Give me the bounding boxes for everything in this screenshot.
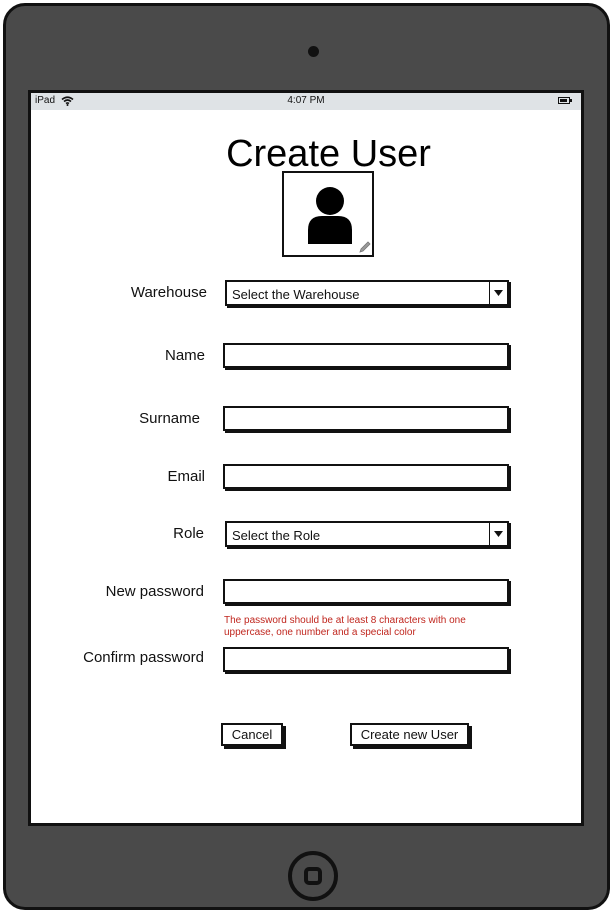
create-user-button[interactable]: Create new User [350, 723, 469, 746]
role-select-value: Select the Role [232, 528, 321, 543]
confirm-password-field[interactable] [223, 647, 509, 672]
warehouse-dropdown-arrow[interactable] [489, 282, 507, 304]
cancel-button[interactable]: Cancel [221, 723, 283, 746]
surname-field[interactable] [223, 406, 509, 431]
home-button[interactable] [288, 851, 338, 901]
new-password-label: New password [105, 583, 204, 600]
name-field[interactable] [223, 343, 509, 368]
role-label: Role [173, 525, 204, 542]
warehouse-select[interactable]: Select the Warehouse [225, 280, 509, 306]
warehouse-select-value: Select the Warehouse [232, 287, 360, 302]
confirm-password-label: Confirm password [83, 649, 204, 666]
edit-pencil-icon[interactable] [358, 240, 372, 254]
role-dropdown-arrow[interactable] [489, 523, 507, 545]
email-field[interactable] [223, 464, 509, 489]
status-time: 4:07 PM [287, 95, 325, 106]
status-bar: iPad 4:07 PM [31, 93, 581, 110]
surname-label: Surname [139, 410, 200, 427]
name-label: Name [164, 347, 205, 364]
email-label: Email [167, 468, 205, 485]
role-select[interactable]: Select the Role [225, 521, 509, 547]
home-button-icon [304, 867, 322, 885]
battery-icon [558, 97, 572, 104]
password-hint: The password should be at least 8 charac… [224, 615, 466, 638]
chevron-down-icon [494, 531, 503, 537]
warehouse-label: Warehouse [130, 284, 207, 301]
user-avatar-icon [308, 187, 352, 244]
screen: iPad 4:07 PM Create User Warehouse Selec… [28, 90, 584, 826]
avatar-picker[interactable] [282, 171, 374, 257]
page-title: Create User [226, 133, 431, 175]
new-password-field[interactable] [223, 579, 509, 604]
camera-dot [308, 46, 319, 57]
chevron-down-icon [494, 290, 503, 296]
